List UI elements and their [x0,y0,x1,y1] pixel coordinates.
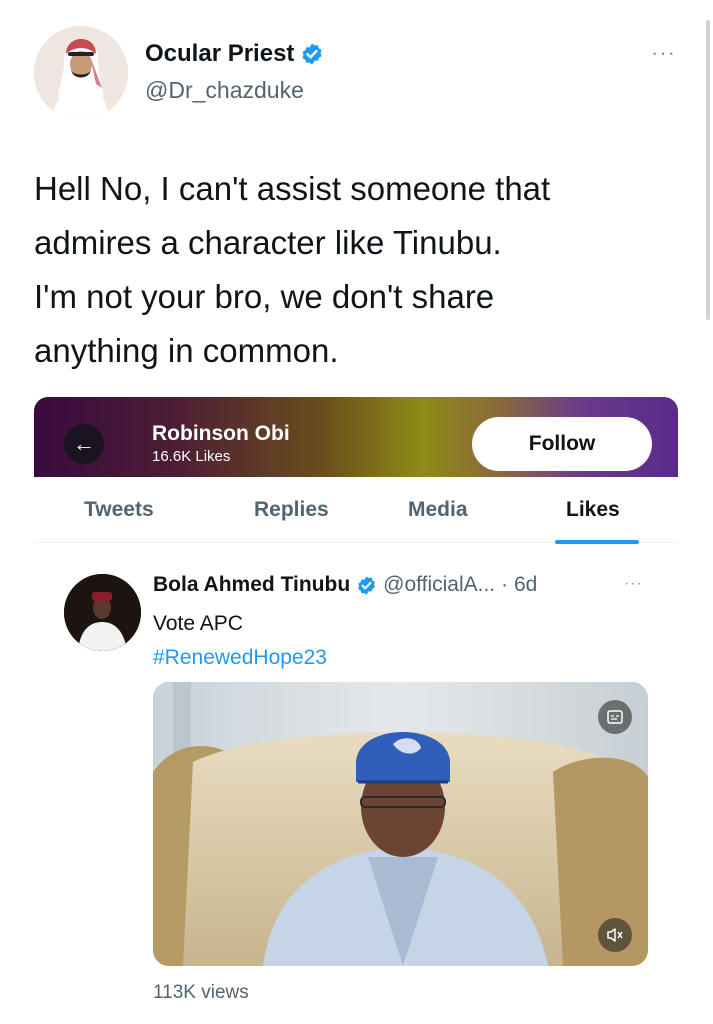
liked-tweet-text: Vote APC [153,612,243,635]
author-name-text[interactable]: Ocular Priest [145,40,294,68]
liked-tweet-hashtag[interactable]: #RenewedHope23 [153,641,327,675]
liked-tweet-time[interactable]: · 6d [501,573,537,597]
more-icon[interactable]: ··· [651,40,676,66]
tweet-text-line: I'm not your bro, we don't share [34,278,495,315]
page-scrollbar[interactable] [706,20,710,320]
active-tab-indicator [555,540,639,544]
verified-badge-icon [356,575,377,596]
author-handle[interactable]: @Dr_chazduke [145,77,304,104]
author-name[interactable]: Ocular Priest [145,40,324,68]
follow-button[interactable]: Follow [472,417,652,471]
liked-tweet-header: Bola Ahmed Tinubu @officialA... · 6d [153,573,537,597]
liked-tweet-author-name[interactable]: Bola Ahmed Tinubu [153,573,350,597]
mute-icon[interactable] [598,918,632,952]
tab-tweets[interactable]: Tweets [84,498,154,522]
more-icon[interactable]: ··· [624,575,643,593]
captions-icon[interactable] [598,700,632,734]
author-avatar[interactable] [34,26,128,120]
tweet-text-line: Hell No, I can't assist someone that [34,170,551,207]
tweet-text-line: admires a character like Tinubu. [34,224,502,261]
profile-tabs: Tweets Replies Media Likes [34,477,678,544]
liked-tweet-views: 113K views [153,982,249,1003]
back-arrow-icon[interactable]: ← [64,424,104,464]
profile-likes-count: 16.6K Likes [152,448,231,465]
tab-likes[interactable]: Likes [566,498,620,522]
tab-replies[interactable]: Replies [254,498,329,522]
tweet-text: Hell No, I can't assist someone that adm… [34,162,684,378]
liked-tweet-handle[interactable]: @officialA... [383,573,495,597]
profile-name: Robinson Obi [152,422,290,445]
liked-tweet-avatar[interactable] [64,574,141,651]
tab-media[interactable]: Media [408,498,468,522]
embedded-screenshot[interactable]: ← Robinson Obi 16.6K Likes Follow Tweets… [34,397,678,1007]
profile-banner: ← Robinson Obi 16.6K Likes Follow [34,397,678,477]
tweet-text-line: anything in common. [34,332,339,369]
liked-tweet-video[interactable] [153,682,648,966]
verified-badge-icon [300,42,324,66]
